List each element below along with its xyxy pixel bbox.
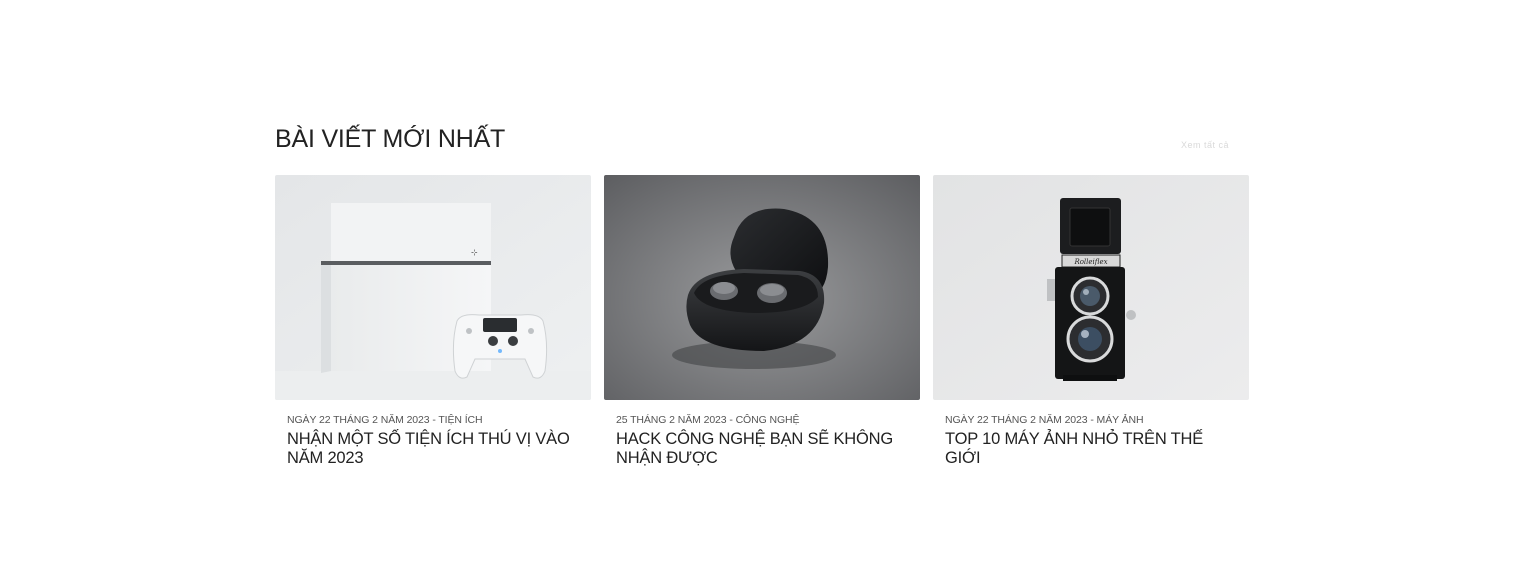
game-console-image: ⊹: [275, 175, 591, 400]
post-list: ⊹ NGÀY 22 THÁNG 2 NĂM 2023 - TIỆN ÍCH NH…: [275, 175, 1249, 468]
latest-posts-section: BÀI VIẾT MỚI NHẤT Xem tất cả ⊹ NGÀY 22 T…: [275, 118, 1249, 468]
section-title: BÀI VIẾT MỚI NHẤT: [275, 125, 506, 153]
earbuds-image: [604, 175, 920, 400]
post-thumbnail[interactable]: ⊹: [275, 175, 591, 400]
post-meta: 25 THÁNG 2 NĂM 2023 - CÔNG NGHỆ: [616, 414, 800, 426]
post-meta: NGÀY 22 THÁNG 2 NĂM 2023 - TIỆN ÍCH: [287, 414, 483, 426]
svg-text:Rolleiflex: Rolleiflex: [1073, 258, 1107, 266]
section-header: BÀI VIẾT MỚI NHẤT Xem tất cả: [275, 118, 1249, 175]
post-meta: NGÀY 22 THÁNG 2 NĂM 2023 - MÁY ẢNH: [945, 414, 1144, 426]
post-title[interactable]: TOP 10 MÁY ẢNH NHỎ TRÊN THẾ GIỚI: [945, 430, 1237, 468]
post-card[interactable]: 25 THÁNG 2 NĂM 2023 - CÔNG NGHỆ HACK CÔN…: [604, 175, 920, 468]
see-all-link[interactable]: Xem tất cả: [1181, 140, 1229, 150]
post-card[interactable]: ⊹ NGÀY 22 THÁNG 2 NĂM 2023 - TIỆN ÍCH NH…: [275, 175, 591, 468]
post-title[interactable]: NHẬN MỘT SỐ TIỆN ÍCH THÚ VỊ VÀO NĂM 2023: [287, 430, 579, 468]
post-thumbnail[interactable]: [604, 175, 920, 400]
svg-text:⊹: ⊹: [471, 248, 478, 257]
post-title[interactable]: HACK CÔNG NGHỆ BẠN SẼ KHÔNG NHẬN ĐƯỢC: [616, 430, 908, 468]
camera-image: Rolleiflex: [933, 175, 1249, 400]
post-thumbnail[interactable]: Rolleiflex: [933, 175, 1249, 400]
post-card[interactable]: Rolleiflex NGÀY 22 THÁNG 2 NĂM 2023 - MÁ…: [933, 175, 1249, 468]
